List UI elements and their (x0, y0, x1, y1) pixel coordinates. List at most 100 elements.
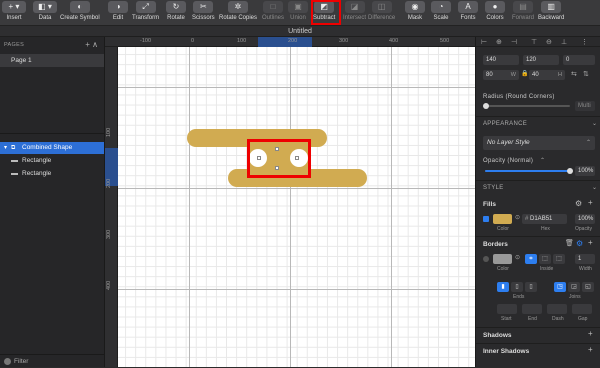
shadows-label: Shadows (483, 332, 512, 339)
border-outside-button[interactable]: ⬚ (553, 254, 565, 264)
layer-rectangle[interactable]: Rectangle (0, 155, 104, 167)
lock-icon[interactable]: 🔒 (521, 70, 528, 77)
toolbar-rotate-copies-button[interactable]: ✲ Rotate Copies (219, 1, 257, 25)
page-item[interactable]: Page 1 (0, 54, 104, 67)
add-fill-icon[interactable]: + (588, 198, 593, 207)
gear-icon[interactable]: ⚙ (576, 239, 583, 248)
border-inside-button[interactable]: ⌗ (525, 254, 537, 264)
border-center-button[interactable]: ⬚ (539, 254, 551, 264)
align-bottom-icon[interactable]: ⊥ (561, 38, 567, 46)
align-left-icon[interactable]: ⊢ (481, 38, 487, 46)
outlines-icon: □ (263, 1, 283, 13)
chevron-down-icon[interactable]: ▾ (4, 142, 7, 154)
document-title: Untitled (0, 26, 600, 37)
subtract-highlight (311, 0, 341, 25)
colors-icon: ● (485, 1, 505, 13)
toolbar-rotate-button[interactable]: ↻ Rotate (166, 1, 186, 25)
toolbar-backward-button[interactable]: ▥ Backward (538, 1, 564, 25)
end-square-button[interactable]: ▯ (525, 282, 537, 292)
color-picker-icon[interactable]: ⊙ (515, 214, 520, 221)
join-round-button[interactable]: ◲ (568, 282, 580, 292)
toolbar-fonts-button[interactable]: A Fonts (458, 1, 478, 25)
trash-icon[interactable]: 🗑 (565, 239, 574, 247)
end-arrow-field[interactable] (522, 304, 542, 314)
blend-mode-icon[interactable]: ⌃ (540, 157, 545, 164)
layer-label: Combined Shape (22, 144, 73, 151)
toolbar-union-button[interactable]: ▣ Union (288, 1, 308, 25)
align-center-icon[interactable]: ⊕ (496, 38, 502, 46)
start-arrow-field[interactable] (497, 304, 517, 314)
fill-checkbox[interactable] (483, 216, 489, 222)
major-gridline (118, 289, 475, 290)
toolbar-insert-button[interactable]: + ▾ Insert (2, 1, 26, 25)
align-right-icon[interactable]: ⊣ (511, 38, 517, 46)
symbol-icon: ◐ (69, 1, 90, 13)
flip-horizontal-icon[interactable]: ⇆ (571, 70, 577, 78)
chevron-down-icon[interactable]: ⌄ (592, 120, 597, 127)
toolbar-label: Outlines (262, 15, 285, 21)
gap-field[interactable] (572, 304, 592, 314)
align-top-icon[interactable]: ⊤ (531, 38, 537, 46)
dash-caption: Dash (552, 316, 564, 322)
dash-field[interactable] (547, 304, 567, 314)
border-color-swatch[interactable] (493, 254, 512, 264)
layer-rectangle[interactable]: Rectangle (0, 168, 104, 180)
fill-color-swatch[interactable] (493, 214, 512, 224)
toolbar-data-button[interactable]: ◧ ▾ Data (33, 1, 57, 25)
join-miter-button[interactable]: ◳ (554, 282, 566, 292)
opacity-knob[interactable] (567, 168, 573, 174)
align-middle-icon[interactable]: ⊖ (546, 38, 552, 46)
toolbar-create-symbol-button[interactable]: ◐ Create Symbol (60, 1, 100, 25)
x-field[interactable]: 140 (483, 55, 519, 65)
toolbar-outlines-button[interactable]: □ Outlines (262, 1, 284, 25)
layer-combined-shape[interactable]: ▾ ⧉ Combined Shape (0, 142, 104, 154)
canvas[interactable] (118, 47, 475, 367)
toolbar-scissors-button[interactable]: ✂ Scissors (192, 1, 215, 25)
rotation-field[interactable]: 0 (563, 55, 595, 65)
toolbar-colors-button[interactable]: ● Colors (485, 1, 505, 25)
end-butt-button[interactable]: ▮ (497, 282, 509, 292)
ends-caption: Ends (513, 294, 525, 300)
end-round-button[interactable]: ▯ (511, 282, 523, 292)
toolbar-label: Forward (512, 15, 535, 21)
opacity-label: Opacity (Normal) (483, 158, 534, 164)
toolbar-mask-button[interactable]: ◉ Mask (405, 1, 425, 25)
chevron-down-icon[interactable]: ⌄ (592, 184, 597, 191)
y-field[interactable]: 120 (523, 55, 559, 65)
color-picker-icon[interactable]: ⊙ (515, 254, 520, 261)
flip-vertical-icon[interactable]: ⇅ (583, 70, 589, 78)
width-field[interactable]: 80 W (483, 70, 519, 80)
toolbar-difference-button[interactable]: ◫ Difference (368, 1, 395, 25)
toolbar-label: Rotate Copies (219, 15, 258, 21)
major-gridline (290, 47, 291, 367)
divider (476, 343, 600, 344)
toolbar-forward-button[interactable]: ▤ Forward (512, 1, 534, 25)
fill-hex-field[interactable]: # D1AB51 (522, 214, 567, 224)
toolbar-scale-button[interactable]: ◔ Scale (431, 1, 451, 25)
ruler-selection-horizontal (258, 37, 312, 47)
difference-icon: ◫ (371, 1, 392, 13)
toolbar-label: Colors (486, 15, 504, 21)
radius-knob[interactable] (483, 103, 489, 109)
layer-style-dropdown[interactable]: No Layer Style ⌃ (483, 136, 595, 150)
pages-buttons[interactable]: + ∧ (85, 40, 98, 49)
add-inner-shadow-icon[interactable]: + (588, 345, 593, 354)
layer-label: Rectangle (22, 170, 52, 177)
opacity-field[interactable]: 100% (575, 166, 595, 176)
toolbar-intersect-button[interactable]: ◪ Intersect (343, 1, 366, 25)
gear-icon[interactable]: ⚙ (575, 199, 582, 208)
height-field[interactable]: 40 H (529, 70, 565, 80)
border-width-field[interactable]: 1 (575, 254, 595, 264)
scale-icon: ◔ (431, 1, 451, 13)
join-bevel-button[interactable]: ◱ (582, 282, 594, 292)
fill-opacity-field[interactable]: 100% (575, 214, 595, 224)
radius-field[interactable]: Multi (575, 101, 595, 111)
toolbar-edit-button[interactable]: ◑ Edit (108, 1, 128, 25)
add-border-icon[interactable]: + (588, 238, 593, 247)
border-checkbox[interactable] (483, 256, 489, 262)
filter-bar[interactable]: Filter (0, 354, 104, 367)
distribute-icon[interactable]: ⋮ (581, 38, 588, 46)
radius-slider[interactable] (485, 105, 570, 107)
toolbar-transform-button[interactable]: ⤢ Transform (132, 1, 159, 25)
add-shadow-icon[interactable]: + (588, 329, 593, 338)
